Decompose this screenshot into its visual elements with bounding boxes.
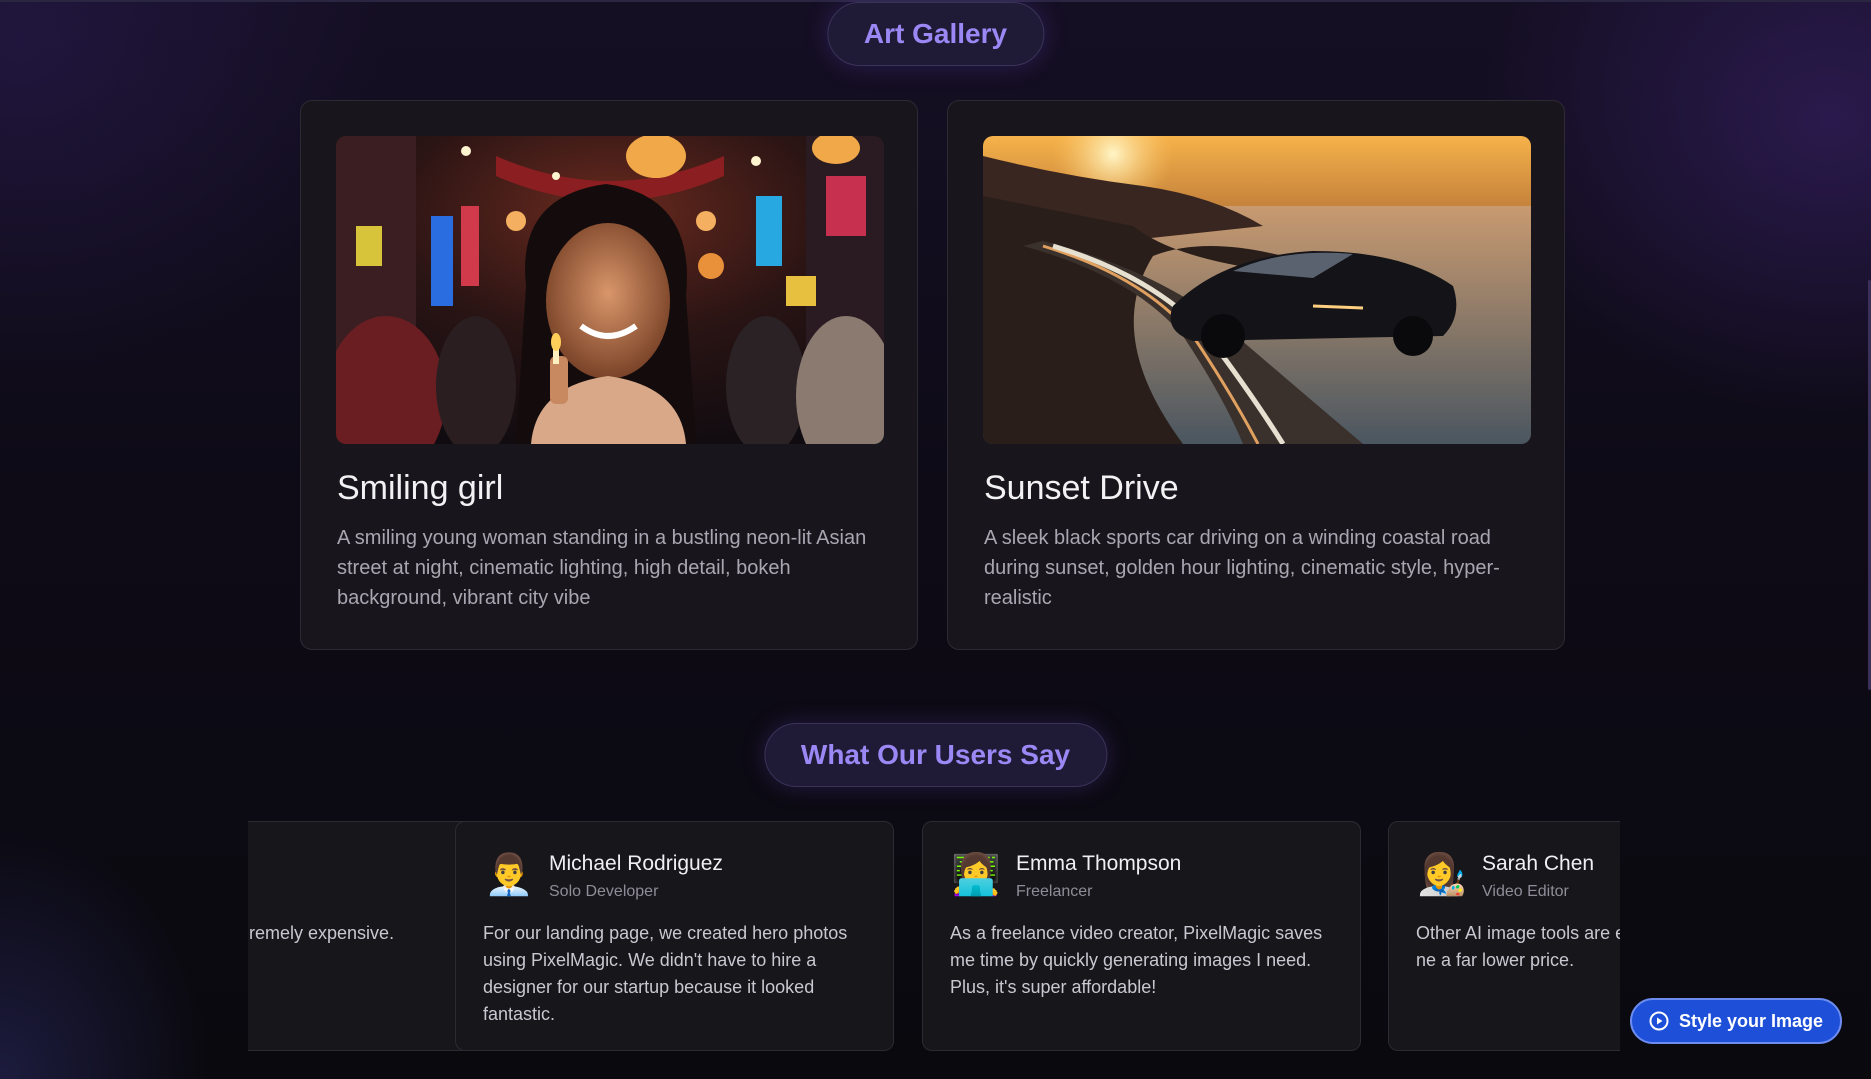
gallery-card-title: Smiling girl bbox=[337, 469, 504, 507]
testimonials-heading: What Our Users Say bbox=[763, 723, 1108, 787]
smiling-girl-illustration bbox=[336, 136, 884, 444]
gallery-card-smiling-girl[interactable]: Smiling girl A smiling young woman stand… bbox=[300, 100, 918, 650]
sunset-drive-illustration bbox=[983, 136, 1531, 444]
testimonial-role: Freelancer bbox=[1016, 883, 1093, 900]
testimonial-role: Solo Developer bbox=[549, 883, 659, 900]
style-your-image-button[interactable]: Style your Image bbox=[1630, 998, 1842, 1044]
testimonial-card[interactable]: 👨‍💼 Michael Rodriguez Solo Developer For… bbox=[455, 821, 894, 1051]
gallery-card-description: A sleek black sports car driving on a wi… bbox=[984, 527, 1500, 609]
testimonial-quote: remely expensive. I with PixelMagic at bbox=[249, 923, 399, 943]
testimonial-role: Video Editor bbox=[1482, 883, 1569, 900]
gallery-card-sunset-drive[interactable]: Sunset Drive A sleek black sports car dr… bbox=[947, 100, 1565, 650]
gallery-card-title: Sunset Drive bbox=[984, 469, 1179, 507]
testimonial-quote: Other AI image tools are e can get 90% o… bbox=[1416, 923, 1620, 970]
cta-label: Style your Image bbox=[1678, 1010, 1824, 1031]
play-circle-icon bbox=[1649, 1011, 1669, 1031]
testimonial-quote: For our landing page, we created hero ph… bbox=[483, 923, 848, 1024]
testimonial-name: Michael Rodriguez bbox=[549, 852, 723, 875]
art-gallery-heading: Art Gallery bbox=[826, 2, 1045, 66]
gallery-image-smiling-girl bbox=[336, 136, 884, 444]
testimonial-name: Emma Thompson bbox=[1016, 852, 1182, 875]
avatar-emoji: 👩‍💻 bbox=[951, 853, 1001, 897]
testimonial-quote: As a freelance video creator, PixelMagic… bbox=[950, 923, 1323, 997]
testimonial-card[interactable]: 👩‍🎨 Sarah Chen Video Editor Other AI ima… bbox=[1388, 821, 1620, 1051]
testimonial-card[interactable]: remely expensive. I with PixelMagic at bbox=[248, 821, 487, 1051]
avatar-emoji: 👨‍💼 bbox=[484, 853, 534, 897]
testimonial-card[interactable]: 👩‍💻 Emma Thompson Freelancer As a freela… bbox=[922, 821, 1361, 1051]
gallery-card-description: A smiling young woman standing in a bust… bbox=[337, 527, 867, 609]
gallery-image-sunset-drive bbox=[983, 136, 1531, 444]
avatar-emoji: 👩‍🎨 bbox=[1417, 853, 1467, 897]
testimonial-name: Sarah Chen bbox=[1482, 852, 1595, 875]
testimonials-carousel[interactable]: remely expensive. I with PixelMagic at 👨… bbox=[248, 821, 1620, 1053]
